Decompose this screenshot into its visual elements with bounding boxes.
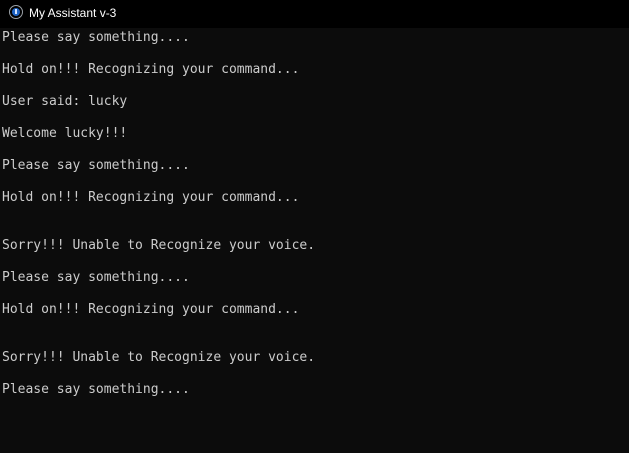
console-line: Hold on!!! Recognizing your command...: [2, 62, 300, 77]
console-line: Hold on!!! Recognizing your command...: [2, 302, 300, 317]
console-line: Sorry!!! Unable to Recognize your voice.: [2, 238, 316, 253]
console-line: Please say something....: [2, 158, 190, 173]
console-line: Welcome lucky!!!: [2, 126, 128, 141]
console-line: User said: lucky: [2, 94, 128, 109]
assistant-app-icon: [9, 5, 23, 19]
console-line: Please say something....: [2, 30, 190, 45]
title-bar[interactable]: My Assistant v-3: [0, 0, 629, 28]
console-line: Hold on!!! Recognizing your command...: [2, 190, 300, 205]
console-window: My Assistant v-3 Please say something...…: [0, 0, 629, 453]
console-line: Sorry!!! Unable to Recognize your voice.: [2, 350, 316, 365]
window-title: My Assistant v-3: [29, 6, 117, 20]
console-line: Please say something....: [2, 270, 190, 285]
console-line: Please say something....: [2, 382, 190, 397]
console-output[interactable]: Please say something.... Hold on!!! Reco…: [0, 28, 629, 453]
